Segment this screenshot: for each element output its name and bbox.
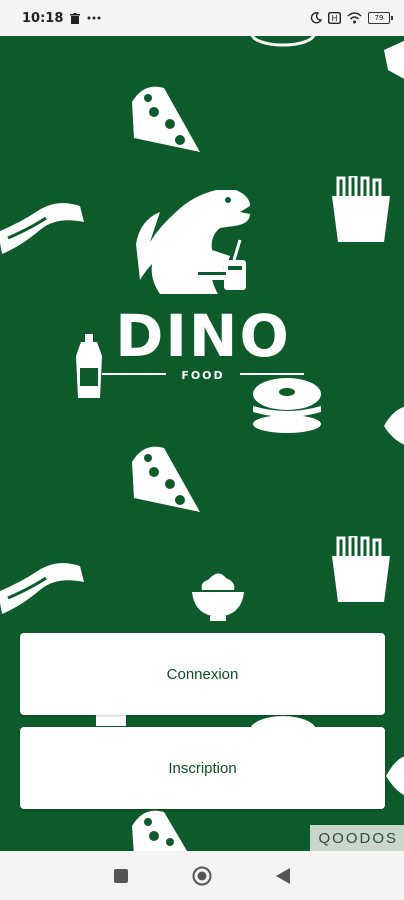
dino-food-logo: DINO FOOD	[100, 184, 306, 390]
status-right: H 79	[310, 12, 393, 24]
cheese-icon	[132, 446, 200, 512]
status-bar: 10:18 H 79	[0, 0, 404, 36]
trash-icon	[70, 12, 81, 24]
bacon-icon	[0, 203, 84, 254]
fries-partial-decoration-icon	[384, 40, 404, 79]
plate-decoration-icon	[250, 36, 316, 47]
recents-square-icon	[113, 868, 128, 883]
recents-button[interactable]	[106, 861, 136, 891]
cheese-partial-icon	[132, 810, 188, 851]
partial-food-right-icon	[384, 406, 404, 445]
logo-title: DINO	[115, 302, 291, 370]
screen: 10:18 H 79 DINO FOOD Connexion Inscripti…	[0, 0, 404, 900]
battery-icon: 79	[368, 12, 393, 24]
partial-food-right-icon	[386, 756, 404, 796]
login-button[interactable]: Connexion	[20, 633, 385, 715]
status-left: 10:18	[22, 11, 101, 26]
wifi-icon	[347, 12, 362, 24]
more-dots-icon	[87, 16, 101, 20]
bacon-icon	[0, 563, 84, 614]
navigation-bar	[0, 851, 404, 900]
home-button[interactable]	[187, 861, 217, 891]
fries-icon	[332, 536, 390, 602]
svg-text:H: H	[331, 14, 337, 23]
back-button[interactable]	[268, 861, 298, 891]
dinosaur-logo-icon	[136, 190, 250, 294]
moon-icon	[310, 12, 322, 24]
back-triangle-icon	[276, 867, 291, 884]
cheese-icon	[132, 86, 200, 152]
watermark: QOODOS	[310, 825, 404, 851]
bagel-sandwich-icon	[253, 378, 321, 433]
home-circle-icon	[192, 866, 212, 885]
fries-icon	[332, 176, 390, 242]
dip-bowl-icon	[192, 573, 244, 621]
battery-level: 79	[374, 14, 384, 22]
sauce-bottle-icon	[76, 334, 102, 398]
signup-button[interactable]: Inscription	[20, 727, 385, 809]
screen-record-icon: H	[328, 12, 341, 24]
status-time: 10:18	[22, 10, 64, 26]
